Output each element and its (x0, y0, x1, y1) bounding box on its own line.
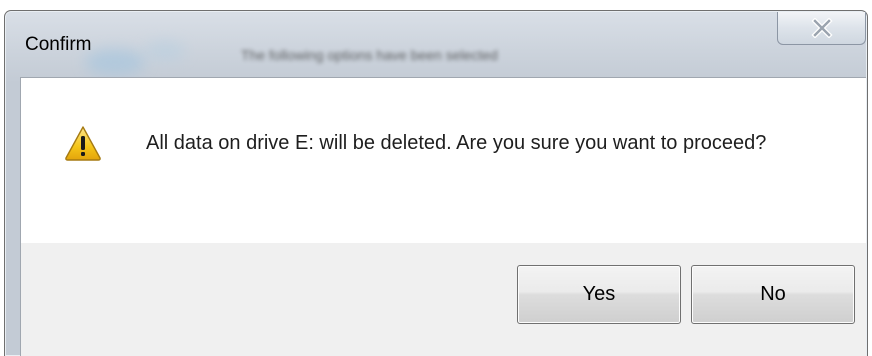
message-panel: All data on drive E: will be deleted. Ar… (21, 78, 866, 243)
dialog-message: All data on drive E: will be deleted. Ar… (146, 132, 767, 154)
aero-glass-reflection (85, 49, 145, 75)
window-title: Confirm (25, 34, 92, 55)
close-button[interactable] (777, 12, 866, 45)
warning-icon (65, 126, 101, 161)
dialog-client-area: All data on drive E: will be deleted. Ar… (20, 77, 866, 356)
yes-button[interactable]: Yes (517, 265, 681, 324)
aero-glass-reflection (145, 41, 185, 61)
screenshot-root: Confirm The following options have been … (0, 0, 872, 356)
background-caption-blurred: The following options have been selected (241, 47, 498, 63)
no-button[interactable]: No (691, 265, 855, 324)
close-icon (810, 18, 833, 38)
